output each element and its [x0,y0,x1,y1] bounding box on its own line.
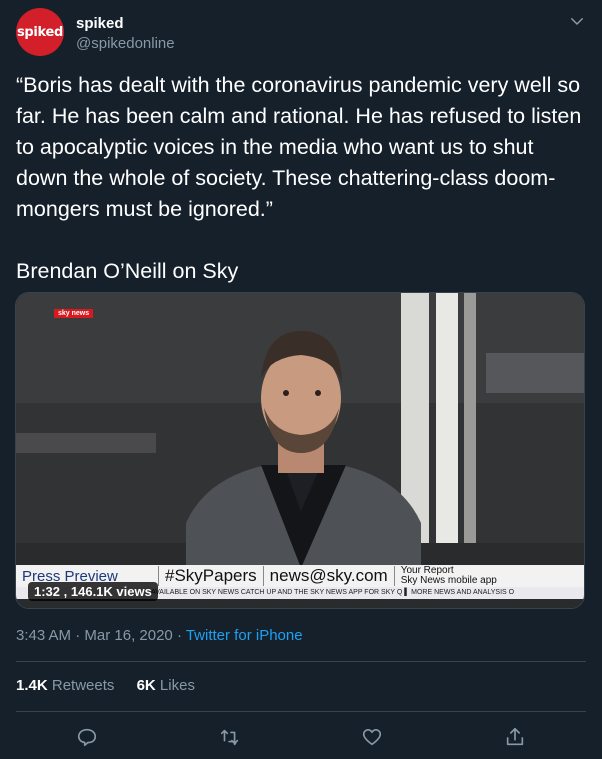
meta-separator: · [172,627,186,644]
share-icon [506,727,523,746]
retweets-count: 1.4K [16,677,48,694]
divider [16,711,586,712]
tweet-meta: 3:43 AM · Mar 16, 2020 · Twitter for iPh… [16,626,303,646]
tweet-date[interactable]: Mar 16, 2020 [84,627,172,644]
retweets-label: Retweets [51,677,115,694]
avatar[interactable]: spiked [16,8,64,56]
ticker-your-report-line2: Sky News mobile app [400,575,497,586]
like-button[interactable] [360,725,384,749]
user-handle[interactable]: @spikedonline [76,34,175,54]
tweet-time[interactable]: 3:43 AM [16,627,71,644]
reply-icon [78,728,97,747]
meta-separator: · [71,627,85,644]
video-player[interactable]: sky news Press Preview #SkyPapers news@s… [15,292,585,609]
tweet-text: “Boris has dealt with the coronavirus pa… [16,73,582,283]
channel-logo: sky news [54,309,94,318]
video-stats-badge: 1:32 , 146.1K views [28,582,158,601]
ticker-hashtag: #SkyPapers [158,566,263,586]
retweets-stat[interactable]: 1.4K Retweets [16,677,114,694]
likes-stat[interactable]: 6K Likes [137,677,195,694]
divider [16,661,586,662]
avatar-logo-text: spiked [16,24,64,40]
likes-count: 6K [136,677,156,694]
tweet-header: spiked spiked @spikedonline [16,8,586,56]
chevron-down-icon[interactable] [568,12,586,30]
heart-icon [363,729,382,746]
ticker-email: news@sky.com [262,566,394,586]
tweet-source-link[interactable]: Twitter for iPhone [186,627,303,644]
video-frame [16,293,584,608]
action-bar [16,722,586,752]
badge-separator: , [60,584,71,599]
tweet-stats: 1.4K Retweets 6K Likes [16,676,213,696]
reply-button[interactable] [75,725,99,749]
author-names: spiked @spikedonline [76,14,175,54]
retweet-icon [220,729,238,746]
video-views: 146.1K views [70,584,152,599]
ticker-your-report: Your Report Sky News mobile app [393,566,503,586]
display-name[interactable]: spiked [76,14,175,34]
retweet-button[interactable] [218,725,242,749]
likes-label: Likes [159,677,195,694]
share-button[interactable] [503,725,527,749]
video-duration: 1:32 [34,584,61,599]
